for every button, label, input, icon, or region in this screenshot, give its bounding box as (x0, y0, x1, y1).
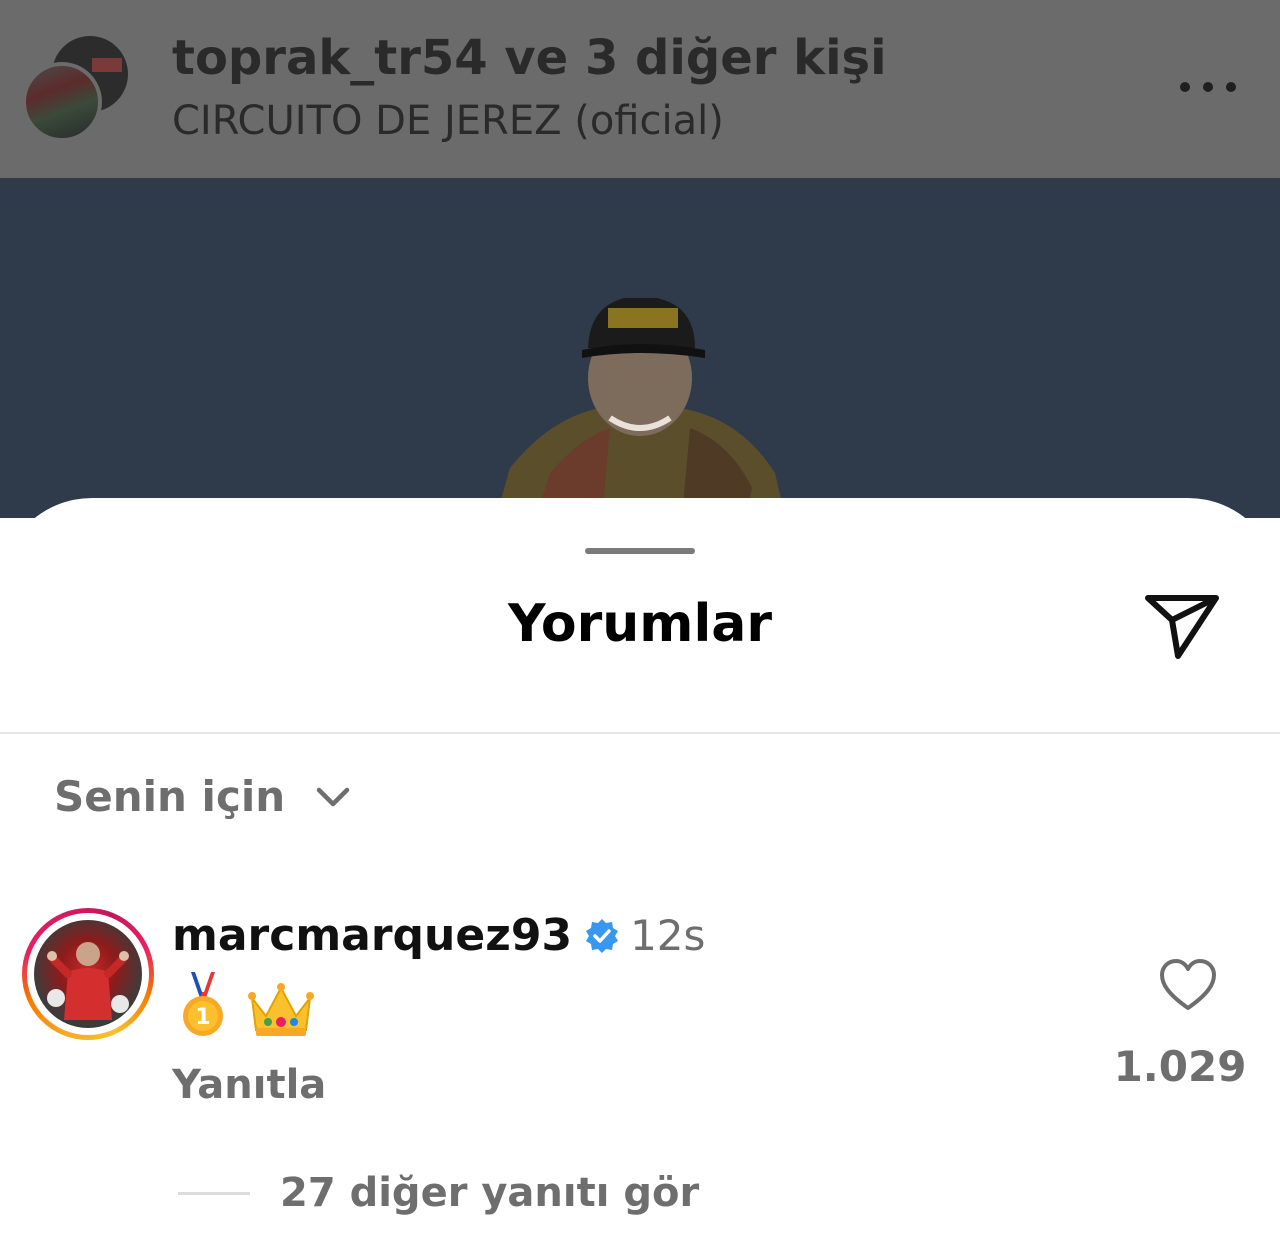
comment-header: marcmarquez93 12s (172, 910, 705, 961)
rider-photo (495, 298, 786, 518)
post-header: toprak_tr54 ve 3 diğer kişi CIRCUITO DE … (0, 0, 1280, 178)
view-replies-button[interactable]: 27 diğer yanıtı gör (178, 1170, 699, 1216)
post-image (0, 178, 1280, 518)
view-replies-label: 27 diğer yanıtı gör (280, 1170, 700, 1216)
comment-username[interactable]: marcmarquez93 (172, 910, 572, 961)
post-location[interactable]: CIRCUITO DE JEREZ (oficial) (172, 98, 724, 144)
avatar (34, 920, 142, 1028)
svg-text:1: 1 (195, 1005, 210, 1030)
filter-label: Senin için (54, 772, 286, 821)
comment-filter-dropdown[interactable]: Senin için (54, 772, 351, 821)
post-avatar-stack[interactable] (22, 36, 128, 142)
comments-sheet: Yorumlar Senin için marcmarquez93 12s 1 … (0, 498, 1280, 1240)
reply-button[interactable]: Yanıtla (172, 1062, 326, 1108)
screen: toprak_tr54 ve 3 diğer kişi CIRCUITO DE … (0, 0, 1280, 1240)
comment-text: 1 (178, 970, 314, 1040)
divider (178, 1191, 250, 1195)
like-count: 1.029 (1113, 1042, 1247, 1091)
comment-timestamp: 12s (630, 911, 706, 960)
paper-plane-icon[interactable] (1144, 594, 1220, 660)
more-horizontal-icon[interactable] (1180, 80, 1236, 94)
sheet-title: Yorumlar (507, 594, 772, 654)
first-place-medal-icon: 1 (183, 972, 223, 1036)
sheet-grabber[interactable] (585, 548, 695, 554)
avatar (22, 62, 102, 142)
post-author-title[interactable]: toprak_tr54 ve 3 diğer kişi (172, 30, 887, 86)
heart-icon[interactable] (1158, 958, 1218, 1012)
comment-avatar[interactable] (22, 908, 154, 1040)
divider (0, 732, 1280, 734)
verified-badge-icon (586, 918, 619, 953)
chevron-down-icon (316, 787, 350, 806)
crown-icon (248, 983, 314, 1036)
